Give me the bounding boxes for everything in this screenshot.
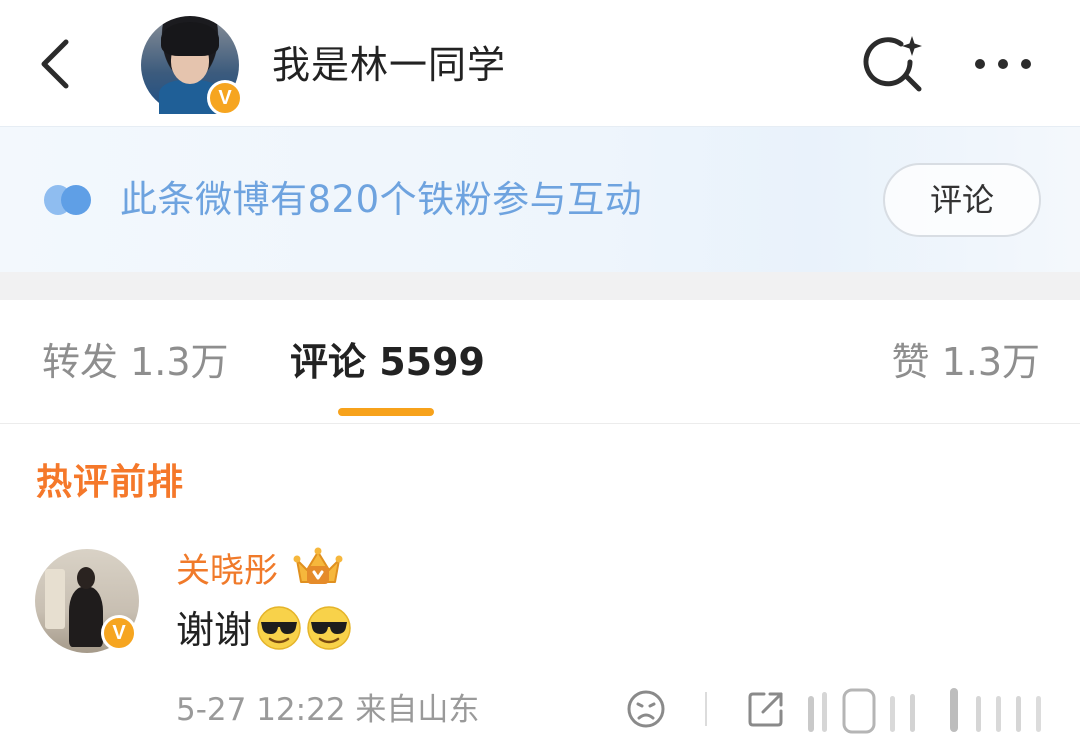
- active-tab-indicator: [338, 408, 434, 416]
- tab-bar: 转发 1.3万 评论 5599 赞 1.3万: [0, 300, 1080, 424]
- fan-interaction-banner: 此条微博有820个铁粉参与互动 评论: [0, 126, 1080, 272]
- share-icon[interactable]: [745, 688, 787, 730]
- crown-badge-icon[interactable]: [293, 546, 343, 590]
- comment-time-location: 5-27 12:22 来自山东: [176, 692, 480, 728]
- tab-repost[interactable]: 转发 1.3万: [42, 336, 229, 388]
- verified-badge-icon: V: [207, 80, 243, 116]
- comment-item: V 关晓彤 谢谢 5-27 12:22 来自山东: [0, 540, 1080, 747]
- author-name[interactable]: 我是林一同学: [272, 40, 506, 90]
- avatar-background: [45, 569, 65, 629]
- avatar-head: [77, 567, 95, 589]
- hot-comments-title: 热评前排: [36, 462, 185, 503]
- chevron-left-icon[interactable]: [30, 36, 86, 92]
- comment-text-body: 谢谢: [176, 608, 253, 652]
- top-bar: V 我是林一同学: [0, 0, 1080, 126]
- comment-actions-strip-icon[interactable]: [800, 686, 1050, 736]
- cool-sunglasses-emoji: [256, 605, 302, 651]
- comment-text: 谢谢: [176, 604, 352, 656]
- dislike-face-icon[interactable]: [625, 688, 667, 730]
- fan-bubble-icon: [42, 183, 94, 217]
- commenter-name[interactable]: 关晓彤: [176, 548, 278, 594]
- more-horizontal-icon[interactable]: [970, 44, 1036, 84]
- weibo-comment-page: V 我是林一同学 此条微博有820个铁粉参与互动 评论 转发 1.3万 评论 5…: [0, 0, 1080, 747]
- author-avatar[interactable]: V: [141, 16, 243, 116]
- section-divider: [0, 272, 1080, 300]
- search-sparkle-icon[interactable]: [862, 32, 926, 96]
- tab-comment[interactable]: 评论 5599: [290, 336, 485, 388]
- fan-interaction-text: 此条微博有820个铁粉参与互动: [120, 178, 643, 221]
- cool-sunglasses-emoji: [306, 605, 352, 651]
- avatar-figure: [69, 587, 103, 647]
- tab-like[interactable]: 赞 1.3万: [891, 336, 1040, 388]
- verified-badge-icon: V: [101, 615, 137, 651]
- comment-button[interactable]: 评论: [883, 163, 1041, 237]
- action-divider: [705, 692, 707, 726]
- avatar-hair: [161, 22, 219, 56]
- commenter-avatar[interactable]: V: [35, 549, 139, 653]
